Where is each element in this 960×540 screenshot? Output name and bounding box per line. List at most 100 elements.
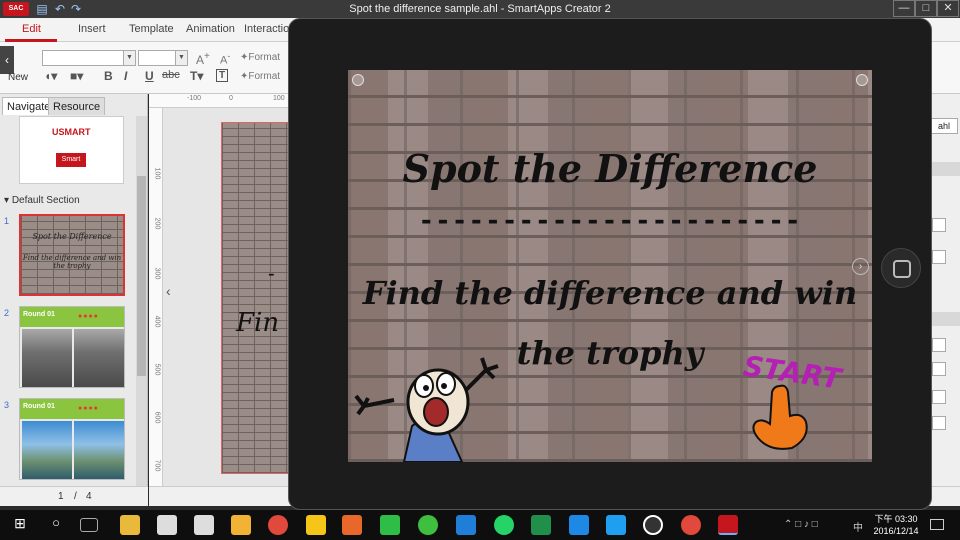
app-yellow-icon[interactable] — [306, 515, 326, 535]
slide-thumbnail-1[interactable]: Spot the Difference Find the difference … — [19, 214, 125, 296]
slide-thumbnail-3[interactable]: Round 01 ●●●● — [19, 398, 125, 480]
ruler-tick: 400 — [153, 315, 161, 328]
format-label-2: Format — [248, 71, 281, 82]
photo-left — [22, 421, 72, 479]
chevron-down-icon: ▼ — [175, 51, 187, 65]
property-field[interactable] — [932, 362, 946, 376]
photo-right — [74, 329, 124, 387]
ruler-tick: 200 — [153, 217, 161, 230]
bold-icon[interactable]: B — [104, 69, 113, 83]
file-type-label: ahl — [930, 118, 958, 134]
media-player-icon[interactable] — [643, 515, 663, 535]
slide-subtitle-text: Fin — [236, 308, 280, 338]
ime-indicator[interactable]: 中 — [853, 519, 863, 534]
wechat-icon[interactable] — [418, 515, 438, 535]
tab-resource[interactable]: Resource — [48, 97, 106, 115]
chrome-icon-2[interactable] — [681, 515, 701, 535]
property-field[interactable] — [932, 218, 946, 232]
underline-icon[interactable]: U — [145, 69, 154, 83]
property-field[interactable] — [932, 416, 946, 430]
title-bar: SAC ▤ ↶ ↷ Spot the difference sample.ahl… — [0, 0, 960, 18]
tab-edit[interactable]: Edit — [22, 23, 41, 35]
brand-badge: Smart — [56, 153, 86, 167]
panel-section-header — [928, 162, 960, 176]
properties-panel: ahl — [928, 94, 960, 486]
whatsapp-icon[interactable] — [494, 515, 514, 535]
ruler-tick: 700 — [153, 459, 161, 472]
font-size-select[interactable]: ▼ — [138, 50, 188, 66]
sticky-notes-icon[interactable] — [231, 515, 251, 535]
previous-page-icon[interactable]: ‹ — [166, 283, 171, 299]
tab-template[interactable]: Template — [129, 23, 174, 35]
smartapps-taskbar-icon[interactable] — [718, 515, 738, 535]
screaming-character-icon — [354, 357, 499, 462]
slide-number: 2 — [4, 308, 10, 318]
section-header[interactable]: ▾ Default Section — [4, 195, 80, 206]
border-color-icon[interactable]: ■▾ — [70, 69, 83, 83]
brand-logo-text: USMART — [52, 127, 91, 137]
italic-icon[interactable]: I — [124, 69, 127, 83]
fill-color-icon[interactable]: ◖▾ — [44, 69, 57, 83]
tab-animation[interactable]: Animation — [186, 23, 235, 35]
excel-icon[interactable] — [531, 515, 551, 535]
home-button[interactable] — [881, 248, 921, 288]
editing-slide[interactable]: - Fin — [221, 122, 291, 474]
tab-insert[interactable]: Insert — [78, 23, 106, 35]
font-family-select[interactable]: ▼ — [42, 50, 136, 66]
home-square-icon — [893, 260, 911, 278]
search-icon[interactable]: ○ — [46, 515, 66, 535]
slide-dash-text: - — [268, 263, 275, 285]
tray-icons[interactable]: ⌃ □ ♪ □ — [784, 519, 818, 530]
format-painter-button-2[interactable]: ✦Format — [240, 71, 280, 82]
shrink-font-icon[interactable]: A- — [220, 51, 230, 67]
slide-thumbnail-2[interactable]: Round 01 ●●●● — [19, 306, 125, 388]
notifications-icon[interactable] — [930, 519, 944, 530]
ruler-tick: 600 — [153, 411, 161, 424]
cover-thumbnail[interactable]: USMART Smart — [19, 116, 124, 184]
maximize-button[interactable]: □ — [915, 0, 937, 17]
edge-icon[interactable] — [456, 515, 476, 535]
back-icon[interactable] — [352, 74, 364, 86]
next-slide-icon[interactable]: › — [852, 258, 869, 275]
pointing-hand-icon[interactable] — [746, 382, 816, 452]
chrome-icon[interactable] — [268, 515, 288, 535]
task-view-icon[interactable] — [80, 518, 98, 532]
new-button[interactable]: New — [8, 72, 28, 83]
minimize-button[interactable]: — — [893, 0, 915, 17]
messenger-icon[interactable] — [569, 515, 589, 535]
file-explorer-icon[interactable] — [120, 515, 140, 535]
calendar-icon[interactable] — [157, 515, 177, 535]
ruler-tick: 500 — [153, 363, 161, 376]
text-box-icon[interactable]: T — [216, 69, 229, 82]
app-window: SAC ▤ ↶ ↷ Spot the difference sample.ahl… — [0, 0, 960, 540]
grow-font-icon[interactable]: A+ — [196, 51, 210, 67]
page-indicator: 1 / 4 — [0, 486, 148, 506]
ruler-tick: 100 — [153, 167, 161, 180]
mail-icon[interactable] — [194, 515, 214, 535]
page-separator: / — [74, 491, 77, 502]
property-field[interactable] — [932, 390, 946, 404]
preview-screen[interactable]: Spot the Difference --------------------… — [348, 70, 872, 462]
app-orange-icon[interactable] — [342, 515, 362, 535]
line-icon[interactable] — [380, 515, 400, 535]
clock[interactable]: 下午 03:30 2016/12/14 — [868, 513, 924, 537]
ruler-tick: 300 — [153, 267, 161, 280]
property-field[interactable] — [932, 250, 946, 264]
horizontal-ruler: -100 0 100 — [149, 94, 289, 108]
format-painter-button[interactable]: ✦Format — [240, 52, 280, 63]
strikethrough-icon[interactable]: abc — [162, 69, 180, 81]
start-menu-icon[interactable]: ⊞ — [10, 515, 30, 535]
thumbnail-scrollbar[interactable] — [136, 116, 147, 486]
skype-icon[interactable] — [606, 515, 626, 535]
photo-left — [22, 329, 72, 387]
menu-icon[interactable] — [856, 74, 868, 86]
ruler-tick: 0 — [229, 95, 233, 102]
text-color-icon[interactable]: T▾ — [190, 69, 203, 83]
property-field[interactable] — [932, 338, 946, 352]
clock-time: 下午 03:30 — [874, 514, 918, 524]
ribbon-back-arrow-icon[interactable]: ‹ — [0, 46, 14, 74]
page-total: 4 — [86, 491, 92, 502]
scrollbar-thumb[interactable] — [137, 176, 146, 376]
slide-number: 3 — [4, 400, 10, 410]
close-button[interactable]: ✕ — [937, 0, 959, 17]
